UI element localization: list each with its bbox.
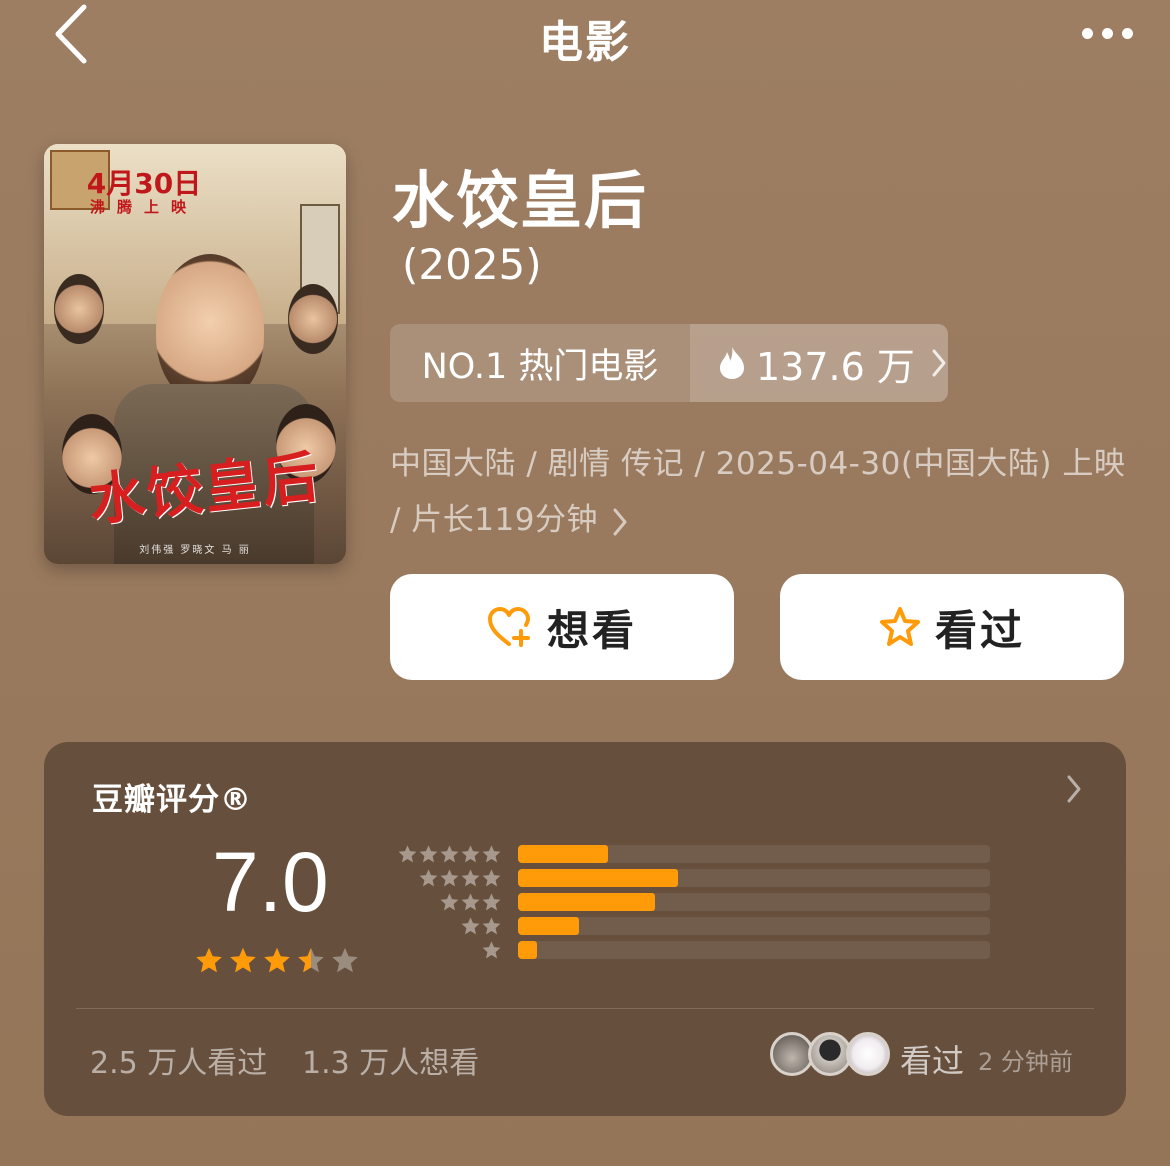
distribution-stars xyxy=(384,892,502,913)
star-icon xyxy=(440,868,459,886)
ranking-badge[interactable]: NO.1 热门电影 137.6 万 xyxy=(390,324,948,402)
want-count[interactable]: 1.3 万人想看 xyxy=(302,1038,479,1082)
more-dot-icon xyxy=(1081,27,1093,39)
distribution-row xyxy=(384,914,990,938)
distribution-row xyxy=(384,938,990,962)
star-outline-icon xyxy=(879,607,920,646)
chevron-right-icon xyxy=(932,349,946,377)
friend-time: 2 分钟前 xyxy=(978,1048,1073,1076)
friend-avatars[interactable] xyxy=(770,1032,890,1078)
distribution-track xyxy=(518,917,990,935)
distribution-stars xyxy=(384,844,502,865)
avatar xyxy=(846,1032,890,1076)
movie-meta[interactable]: 中国大陆 / 剧情 传记 / 2025-04-30(中国大陆) 上映 / 片长1… xyxy=(390,436,1130,548)
movie-detail-page: { "header": { "title": "电影" }, "poster":… xyxy=(0,0,1170,1166)
want-to-watch-button[interactable]: 想看 xyxy=(390,574,734,680)
distribution-row xyxy=(384,866,990,890)
star-icon xyxy=(332,947,358,973)
rating-label: 豆瓣评分® xyxy=(92,782,252,818)
divider xyxy=(76,1008,1094,1009)
distribution-bar xyxy=(518,845,608,863)
more-dot-icon xyxy=(1101,27,1113,39)
star-icon xyxy=(482,916,501,934)
distribution-track xyxy=(518,893,990,911)
star-icon xyxy=(461,916,480,934)
movie-poster[interactable]: 4月30日 沸腾上映 水饺皇后 刘伟强 罗晓文 马 丽 xyxy=(44,144,346,564)
rank-label: NO.1 热门电影 xyxy=(390,324,690,402)
watched-button[interactable]: 看过 xyxy=(780,574,1124,680)
more-button[interactable] xyxy=(1072,18,1142,48)
star-icon xyxy=(264,947,290,973)
seen-label: 看过 xyxy=(934,605,1025,655)
chevron-right-icon xyxy=(613,508,627,535)
distribution-track xyxy=(518,869,990,887)
distribution-row xyxy=(384,890,990,914)
star-icon xyxy=(196,947,222,973)
distribution-bar xyxy=(518,869,679,887)
rating-card[interactable]: 豆瓣评分® 7.0 2.5 万人看过 1.3 万人想看 看过 2 分钟前 xyxy=(44,742,1126,1116)
distribution-stars xyxy=(384,868,502,889)
distribution-bar xyxy=(518,941,537,959)
star-icon xyxy=(482,940,501,958)
star-icon xyxy=(482,844,501,862)
poster-figure xyxy=(156,254,264,404)
fire-icon xyxy=(720,347,744,379)
star-icon xyxy=(482,868,501,886)
distribution-track xyxy=(518,845,990,863)
distribution-bar xyxy=(518,893,655,911)
poster-figure xyxy=(288,284,338,354)
star-icon xyxy=(419,844,438,862)
seen-count[interactable]: 2.5 万人看过 xyxy=(90,1038,267,1082)
star-icon xyxy=(440,844,459,862)
distribution-stars xyxy=(384,940,502,961)
distribution-row xyxy=(384,842,990,866)
star-icon xyxy=(482,892,501,910)
meta-text: 中国大陆 / 剧情 传记 / 2025-04-30(中国大陆) 上映 / 片长1… xyxy=(390,446,1126,538)
star-icon xyxy=(398,844,417,862)
star-icon xyxy=(461,892,480,910)
more-dot-icon xyxy=(1121,27,1133,39)
rating-distribution xyxy=(384,842,990,962)
star-icon xyxy=(440,892,459,910)
poster-subtitle: 沸腾上映 xyxy=(89,198,198,216)
friend-status: 看过 xyxy=(900,1042,965,1080)
star-icon xyxy=(298,947,324,973)
heat-count: 137.6 万 xyxy=(756,344,915,389)
star-icon xyxy=(461,844,480,862)
movie-title: 水饺皇后 xyxy=(392,164,649,237)
distribution-track xyxy=(518,941,990,959)
distribution-bar xyxy=(518,917,580,935)
rating-stars xyxy=(194,946,360,976)
movie-year: (2025) xyxy=(402,240,542,289)
star-icon xyxy=(461,868,480,886)
page-title: 电影 xyxy=(539,17,631,68)
want-label: 想看 xyxy=(546,605,637,655)
heart-plus-icon xyxy=(487,607,530,647)
star-icon xyxy=(419,868,438,886)
chevron-right-icon[interactable] xyxy=(1066,774,1082,804)
distribution-stars xyxy=(384,916,502,937)
star-icon xyxy=(230,947,256,973)
rating-score: 7.0 xyxy=(212,835,329,929)
heat-indicator[interactable]: 137.6 万 xyxy=(690,324,948,402)
poster-figure xyxy=(54,274,104,344)
poster-credits: 刘伟强 罗晓文 马 丽 xyxy=(139,545,251,556)
